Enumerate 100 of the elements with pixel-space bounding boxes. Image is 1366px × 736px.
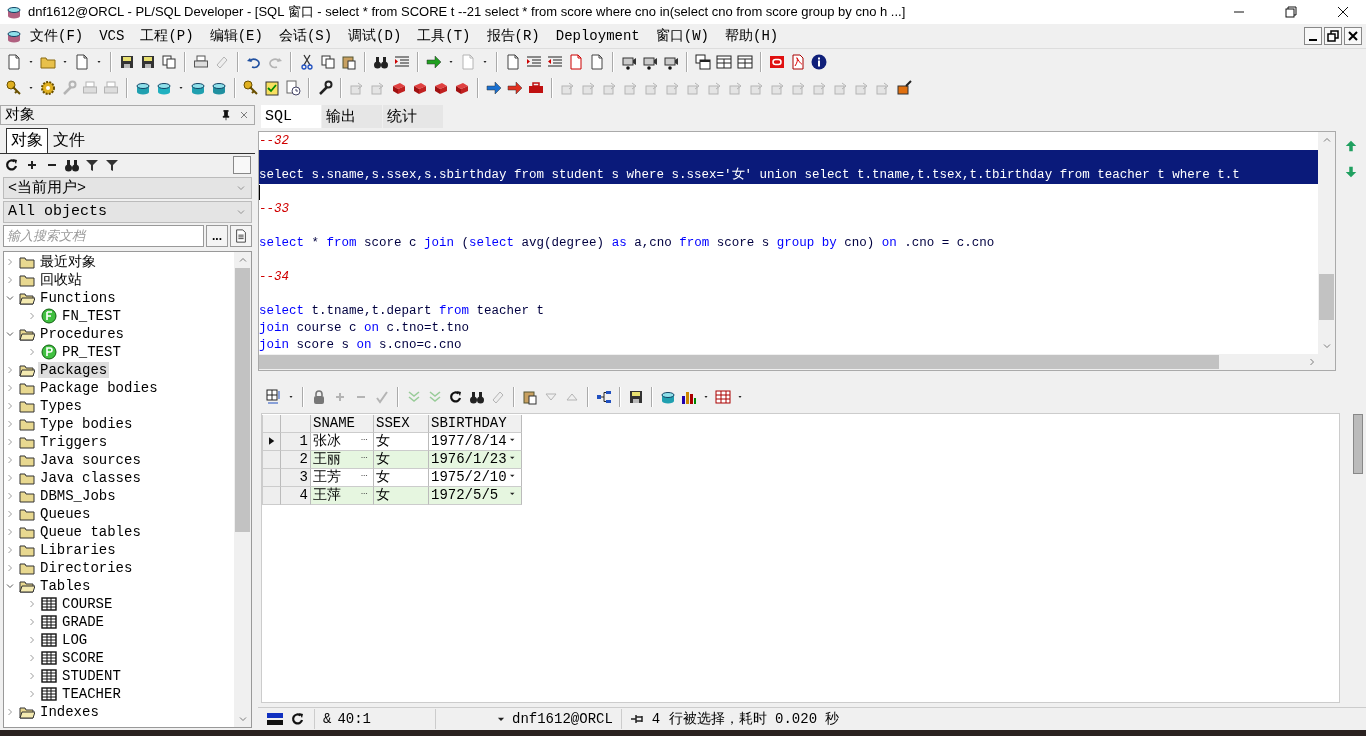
minimize-icon[interactable] xyxy=(1304,27,1322,45)
database-icon[interactable] xyxy=(6,28,22,44)
arrow-up-icon[interactable] xyxy=(1344,138,1358,153)
tree-item[interactable]: Procedures xyxy=(38,325,126,342)
menu-item[interactable]: 编辑(E) xyxy=(201,27,271,45)
tree-item[interactable]: Java classes xyxy=(38,469,143,486)
tree-item[interactable]: SCORE xyxy=(60,649,106,666)
menu-item[interactable]: 工程(P) xyxy=(132,27,202,45)
gear-icon[interactable] xyxy=(40,79,56,96)
toggle-button[interactable] xyxy=(233,155,251,174)
printer-icon[interactable] xyxy=(193,53,209,70)
browse-button[interactable]: ... xyxy=(206,224,228,247)
code-editor[interactable] xyxy=(258,130,1336,371)
tree-item[interactable]: Packages xyxy=(38,361,110,378)
menu-item[interactable]: 工具(T) xyxy=(409,27,479,45)
clipboard-icon[interactable] xyxy=(341,53,357,70)
indent-icon[interactable] xyxy=(526,53,542,70)
info-icon[interactable] xyxy=(811,53,827,70)
tree-item[interactable]: Queues xyxy=(38,505,93,522)
tree-item[interactable]: Functions xyxy=(38,289,118,306)
close-icon[interactable] xyxy=(1344,27,1362,45)
lock-icon[interactable] xyxy=(311,388,327,405)
refresh-icon[interactable] xyxy=(4,156,20,173)
pdf-icon[interactable] xyxy=(790,53,806,70)
tree-item[interactable]: 最近对象 xyxy=(38,252,98,271)
key-icon[interactable] xyxy=(6,79,22,96)
scrollbar[interactable] xyxy=(234,251,251,727)
tree-item[interactable]: Triggers xyxy=(38,433,110,450)
editor-tab[interactable]: SQL xyxy=(261,104,321,128)
tree-item[interactable]: Tables xyxy=(38,577,93,594)
scrollbar[interactable] xyxy=(259,353,1335,370)
panes-icon[interactable] xyxy=(737,53,753,70)
tree-item[interactable]: Libraries xyxy=(38,541,118,558)
double-down-icon[interactable] xyxy=(406,388,422,405)
tree-item[interactable]: PR_TEST xyxy=(60,343,123,360)
tree-item[interactable]: STUDENT xyxy=(60,667,123,684)
scroll-thumb[interactable] xyxy=(1319,273,1334,320)
grid-icon[interactable] xyxy=(266,388,282,405)
clock-document-icon[interactable] xyxy=(285,79,301,96)
restore-icon[interactable] xyxy=(1324,27,1342,45)
tree-item[interactable]: DBMS_Jobs xyxy=(38,487,118,504)
unindent-icon[interactable] xyxy=(547,53,563,70)
tree-item[interactable]: Java sources xyxy=(38,451,143,468)
scroll-thumb[interactable] xyxy=(259,354,1219,369)
scrollbar[interactable] xyxy=(1318,131,1335,354)
menu-item[interactable]: 窗口(W) xyxy=(647,27,717,45)
document-icon[interactable] xyxy=(505,53,521,70)
windows-icon[interactable] xyxy=(695,53,711,70)
document-button[interactable] xyxy=(230,224,252,247)
grid-icon[interactable] xyxy=(715,388,731,405)
editor-tab[interactable]: 统计 xyxy=(383,104,443,128)
copy-icon[interactable] xyxy=(161,53,177,70)
tree-item[interactable]: Queue tables xyxy=(38,523,143,540)
double-down-icon[interactable] xyxy=(427,388,443,405)
arrow-icon[interactable] xyxy=(486,79,502,96)
arrow-down-icon[interactable] xyxy=(1344,164,1358,179)
hierarchy-icon[interactable] xyxy=(596,388,612,405)
menu-item[interactable]: Deployment xyxy=(547,28,648,44)
close-icon[interactable] xyxy=(1335,4,1351,20)
document-icon[interactable] xyxy=(74,53,90,70)
panel-tab[interactable]: 对象 xyxy=(6,127,48,153)
connection-label[interactable]: dnf1612@ORCL xyxy=(512,711,613,727)
menu-item[interactable]: 报告(R) xyxy=(478,27,548,45)
restore-icon[interactable] xyxy=(1283,4,1299,20)
scissors-icon[interactable] xyxy=(299,53,315,70)
menu-item[interactable]: 帮助(H) xyxy=(717,27,787,45)
floppy-icon[interactable] xyxy=(628,388,644,405)
arrow-icon[interactable] xyxy=(426,53,442,70)
ring-icon[interactable] xyxy=(769,53,785,70)
tree-item[interactable]: Directories xyxy=(38,559,135,576)
document-icon[interactable] xyxy=(568,53,584,70)
tree-item[interactable]: Types xyxy=(38,397,84,414)
pin-icon[interactable] xyxy=(220,107,232,122)
document-icon[interactable] xyxy=(6,53,22,70)
key-icon[interactable] xyxy=(243,79,259,96)
tree-item[interactable]: Package bodies xyxy=(38,379,160,396)
search-field[interactable]: 输入搜索文档 xyxy=(3,224,204,247)
refresh-icon[interactable] xyxy=(290,711,306,727)
tree-item[interactable]: FN_TEST xyxy=(60,307,123,324)
tree-item[interactable]: LOG xyxy=(60,631,90,648)
scrollbar[interactable] xyxy=(1353,413,1363,474)
menu-item[interactable]: 文件(F) xyxy=(22,27,92,45)
tree-item[interactable]: 回收站 xyxy=(38,270,84,289)
briefcase-icon[interactable] xyxy=(896,79,912,96)
copy-icon[interactable] xyxy=(320,53,336,70)
checklist-icon[interactable] xyxy=(264,79,280,96)
wrench-icon[interactable] xyxy=(317,79,333,96)
refresh-icon[interactable] xyxy=(448,388,464,405)
menu-item[interactable]: 调试(D) xyxy=(340,27,410,45)
scroll-thumb[interactable] xyxy=(235,267,250,532)
menu-item[interactable]: VCS xyxy=(91,28,133,44)
tree-item[interactable]: Indexes xyxy=(38,703,101,720)
arrow-icon[interactable] xyxy=(507,79,523,96)
filter-dropdown[interactable]: All objects xyxy=(3,200,252,223)
indent-icon[interactable] xyxy=(394,53,410,70)
database-icon[interactable] xyxy=(6,4,22,20)
tree-item[interactable]: Type bodies xyxy=(38,415,135,432)
floppy-icon[interactable] xyxy=(119,53,135,70)
tree-item[interactable]: GRADE xyxy=(60,613,106,630)
user-dropdown[interactable]: <当前用户> xyxy=(3,176,252,199)
